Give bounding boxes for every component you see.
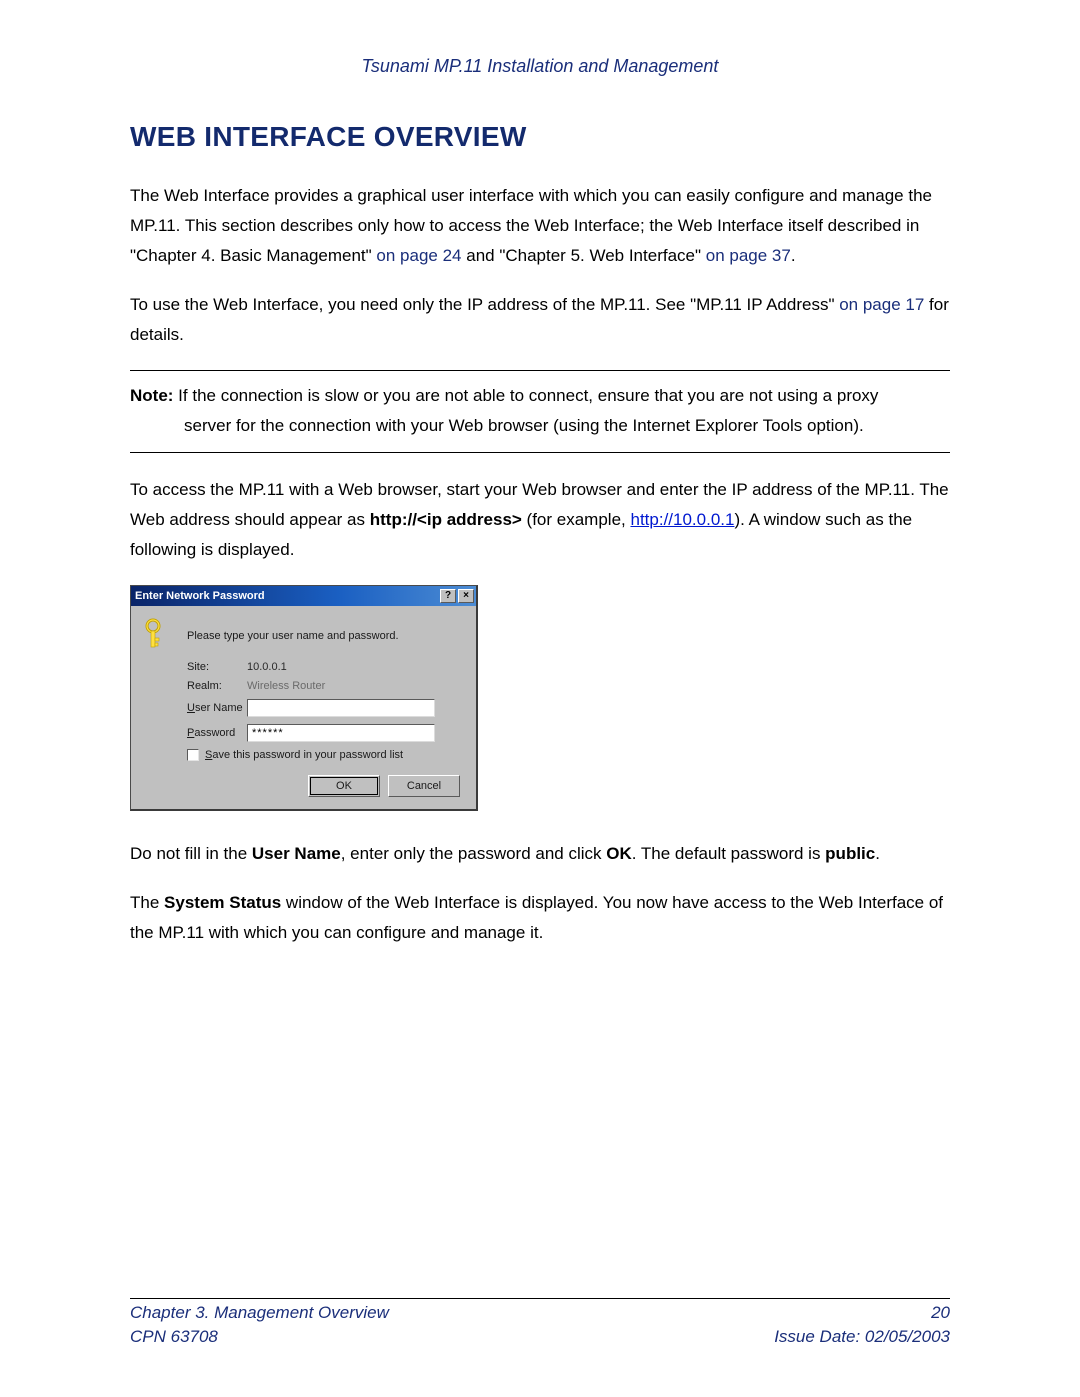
xref-page-37[interactable]: on page 37 (706, 246, 791, 265)
bold-systemstatus: System Status (164, 893, 281, 912)
doc-header: Tsunami MP.11 Installation and Managemen… (130, 56, 950, 77)
close-icon[interactable]: × (458, 589, 474, 603)
paragraph-systemstatus: The System Status window of the Web Inte… (130, 888, 950, 948)
ok-button[interactable]: OK (308, 775, 380, 797)
save-password-label: Save this password in your password list (205, 749, 403, 761)
text: . (875, 844, 880, 863)
dialog-title: Enter Network Password (135, 590, 265, 602)
username-label: User Name (187, 702, 247, 714)
password-input[interactable] (247, 724, 435, 742)
password-label: Password (187, 727, 247, 739)
site-value: 10.0.0.1 (247, 661, 287, 673)
username-input[interactable] (247, 699, 435, 717)
text: , enter only the password and click (341, 844, 607, 863)
footer-cpn: CPN 63708 (130, 1325, 218, 1349)
text: To use the Web Interface, you need only … (130, 295, 839, 314)
password-dialog: Enter Network Password ? × (130, 585, 478, 811)
example-url-link[interactable]: http://10.0.0.1 (630, 510, 734, 529)
section-title: WEB INTERFACE OVERVIEW (130, 121, 950, 153)
save-password-checkbox[interactable] (187, 749, 199, 761)
bold-username: User Name (252, 844, 341, 863)
realm-value: Wireless Router (247, 680, 325, 692)
paragraph-instruction: Do not fill in the User Name, enter only… (130, 839, 950, 869)
note-block: Note: If the connection is slow or you a… (130, 370, 950, 454)
dialog-message: Please type your user name and password. (187, 630, 399, 642)
footer-issue-date: Issue Date: 02/05/2003 (774, 1325, 950, 1349)
text: . (791, 246, 796, 265)
note-label: Note: (130, 386, 173, 405)
key-icon (143, 618, 171, 654)
site-label: Site: (187, 661, 247, 673)
xref-page-17[interactable]: on page 17 (839, 295, 924, 314)
note-line1: If the connection is slow or you are not… (173, 386, 878, 405)
text: Do not fill in the (130, 844, 252, 863)
paragraph-ip: To use the Web Interface, you need only … (130, 290, 950, 350)
bold-public: public (825, 844, 875, 863)
text: . The default password is (632, 844, 825, 863)
footer-chapter: Chapter 3. Management Overview (130, 1301, 389, 1325)
xref-page-24[interactable]: on page 24 (376, 246, 461, 265)
url-template: http://<ip address> (370, 510, 522, 529)
text: (for example, (522, 510, 631, 529)
footer-rule (130, 1298, 950, 1299)
text: and "Chapter 5. Web Interface" (462, 246, 706, 265)
paragraph-access: To access the MP.11 with a Web browser, … (130, 475, 950, 564)
footer-page-number: 20 (931, 1301, 950, 1325)
realm-label: Realm: (187, 680, 247, 692)
dialog-titlebar[interactable]: Enter Network Password ? × (131, 586, 476, 606)
help-icon[interactable]: ? (440, 589, 456, 603)
cancel-button[interactable]: Cancel (388, 775, 460, 797)
paragraph-intro: The Web Interface provides a graphical u… (130, 181, 950, 270)
note-line2: server for the connection with your Web … (184, 411, 950, 441)
bold-ok: OK (606, 844, 632, 863)
page-footer: Chapter 3. Management Overview 20 CPN 63… (130, 1298, 950, 1349)
text: The (130, 893, 164, 912)
